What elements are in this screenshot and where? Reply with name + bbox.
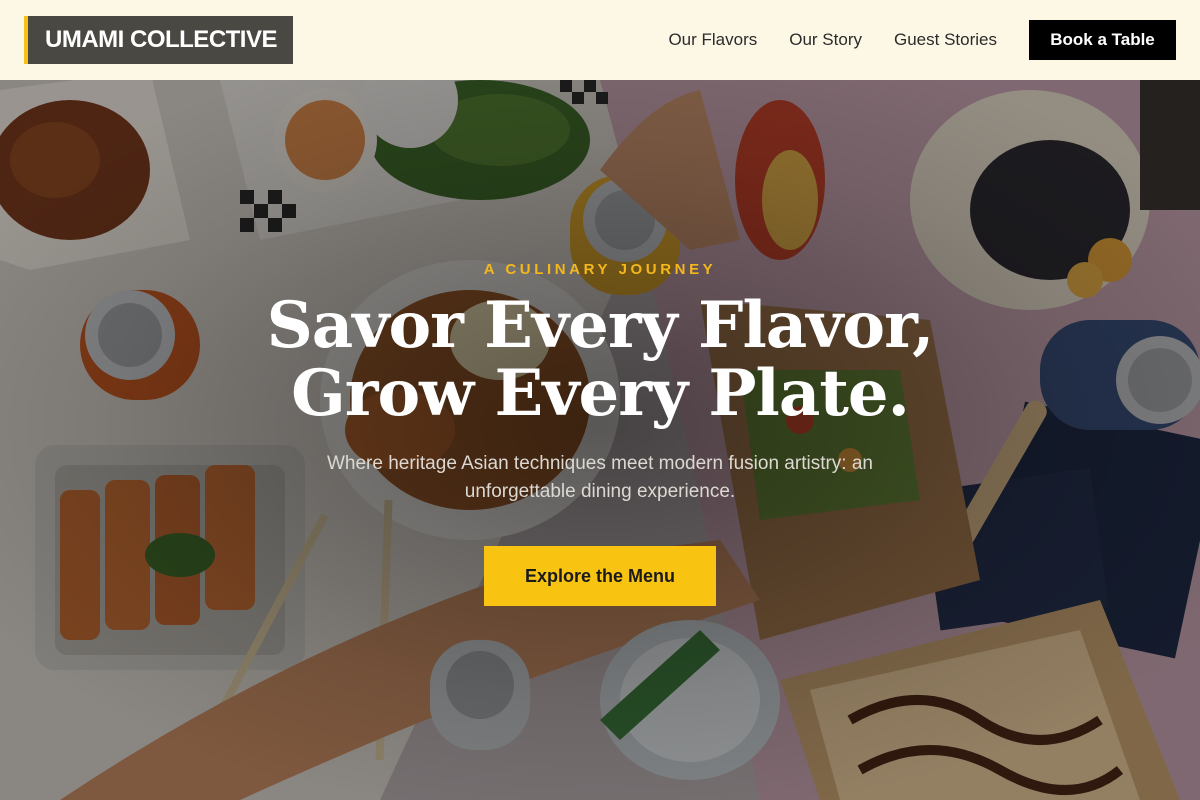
hero-headline-line1: Savor Every Flavor,: [266, 288, 935, 363]
hero-eyebrow: A CULINARY JOURNEY: [483, 261, 717, 278]
site-header: UMAMI COLLECTIVE Our Flavors Our Story G…: [0, 0, 1200, 80]
book-table-button[interactable]: Book a Table: [1029, 20, 1176, 60]
hero-headline-line2: Grow Every Plate.: [291, 356, 910, 431]
nav-link-guest-stories[interactable]: Guest Stories: [894, 30, 997, 50]
hero-content: A CULINARY JOURNEY Savor Every Flavor, G…: [0, 80, 1200, 800]
hero-headline: Savor Every Flavor, Grow Every Plate.: [266, 288, 935, 431]
hero-subheading: Where heritage Asian techniques meet mod…: [326, 453, 873, 502]
nav-link-our-flavors[interactable]: Our Flavors: [668, 30, 757, 50]
brand-logo[interactable]: UMAMI COLLECTIVE: [24, 16, 293, 64]
explore-menu-button[interactable]: Explore the Menu: [484, 546, 716, 606]
hero-section: A CULINARY JOURNEY Savor Every Flavor, G…: [0, 80, 1200, 800]
main-nav: Our Flavors Our Story Guest Stories Book…: [668, 20, 1176, 60]
nav-link-our-story[interactable]: Our Story: [789, 30, 862, 50]
